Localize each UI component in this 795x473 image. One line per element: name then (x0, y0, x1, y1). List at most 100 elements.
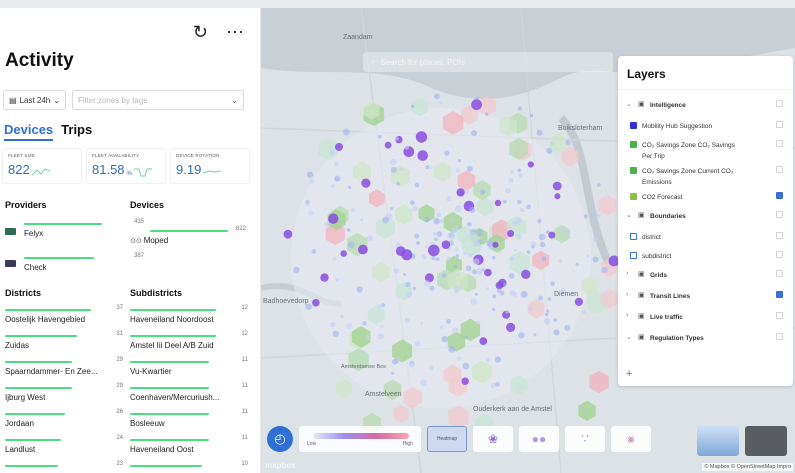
heat-point (393, 268, 400, 274)
chevron-down-icon[interactable]: ⌄ (626, 211, 632, 219)
heat-point (526, 250, 531, 255)
heat-point (439, 101, 443, 105)
tab-devices[interactable]: Devices (4, 122, 54, 141)
item-name: Spaarndammer- En Zee... (5, 367, 98, 376)
time-range-select[interactable]: ▤ Last 24h ⌄ (3, 90, 66, 110)
heat-point (434, 237, 438, 242)
layer-swatch (630, 167, 637, 174)
chevron-right-icon[interactable]: › (626, 270, 628, 277)
layer-visibility-checkbox[interactable] (776, 211, 783, 218)
heat-point (346, 323, 353, 330)
chevron-down-icon[interactable]: ⌄ (626, 333, 632, 341)
heat-point (541, 234, 547, 239)
heat-point (554, 193, 561, 200)
item-name: Ijburg West (5, 393, 46, 402)
metric-label: FLEET SIZE (8, 153, 36, 158)
heat-point (456, 272, 460, 277)
heat-point (494, 199, 502, 207)
add-layer-icon[interactable]: + (626, 368, 632, 380)
heat-point (492, 241, 499, 248)
points-icon: ∵ (581, 432, 589, 446)
cluster-style-button[interactable]: ❀ (473, 426, 513, 452)
heat-point (508, 177, 514, 183)
list-item[interactable]: 12 Haveneiland Noordoost (130, 305, 248, 324)
heat-point (429, 285, 435, 291)
chevron-right-icon[interactable]: › (626, 291, 628, 298)
zone-tag-filter[interactable]: Filter zones by tags ⌄ (71, 90, 244, 110)
list-item[interactable]: 26 Jordaan (5, 409, 123, 428)
heat-point (417, 150, 428, 161)
heat-point (451, 227, 458, 234)
layer-visibility-checkbox[interactable] (776, 291, 783, 298)
list-item[interactable]: 11 Haveneiland Oost (130, 435, 248, 454)
heat-point (323, 221, 330, 227)
heat-point (470, 298, 477, 305)
provider-row[interactable]: 387 Check (24, 253, 144, 272)
heat-point (530, 241, 537, 247)
heat-point (485, 287, 489, 291)
value-bar (5, 439, 61, 441)
list-item[interactable]: 10 (130, 461, 248, 471)
layer-visibility-checkbox[interactable] (776, 232, 783, 239)
heat-point (512, 292, 518, 297)
flow-style-button[interactable]: ⨳ (611, 426, 651, 452)
layer-visibility-checkbox[interactable] (776, 192, 783, 199)
item-value: 31 (116, 331, 123, 337)
time-playback-button[interactable]: ◴ (267, 426, 293, 452)
heat-point (526, 204, 531, 210)
calendar-icon: ▤ (9, 95, 17, 105)
layer-visibility-checkbox[interactable] (776, 140, 783, 147)
value-bar (5, 465, 58, 467)
heat-point (517, 106, 523, 111)
list-item[interactable]: 24 Landlust (5, 435, 123, 454)
item-value: 11 (241, 435, 248, 441)
list-item[interactable]: 23 (5, 461, 123, 471)
layer-visibility-checkbox[interactable] (776, 333, 783, 340)
heat-point (377, 303, 382, 308)
map-search[interactable]: ⌕ Search for places, POIs (363, 52, 613, 72)
list-item[interactable]: 11 Bosleeuw (130, 409, 248, 428)
chevron-down-icon[interactable]: ⌄ (626, 100, 632, 108)
device-row[interactable]: 822 ⊙⊙ Moped (130, 226, 246, 245)
list-item[interactable]: 29 Spaarndammer- En Zee... (5, 357, 123, 376)
heat-point (361, 350, 366, 355)
heat-point (432, 231, 437, 236)
layer-visibility-checkbox[interactable] (776, 121, 783, 128)
heat-point (491, 255, 496, 260)
tab-trips[interactable]: Trips (61, 122, 92, 141)
heat-point (507, 230, 515, 237)
filter-bar: ▤ Last 24h ⌄ Filter zones by tags ⌄ (3, 90, 244, 110)
heat-point (564, 324, 571, 331)
chevron-right-icon[interactable]: › (626, 312, 628, 319)
map-view[interactable]: ⌕ Search for places, POIs Zaandam Badhoe… (261, 8, 795, 473)
point-style-button[interactable]: ∵ (565, 426, 605, 452)
layer-visibility-checkbox[interactable] (776, 251, 783, 258)
list-item[interactable]: 31 Zuidas (5, 331, 123, 350)
heat-point (332, 330, 339, 337)
layer-visibility-checkbox[interactable] (776, 312, 783, 319)
heat-point (361, 178, 371, 188)
list-item[interactable]: 11 Coenhaven/Mercuriush... (130, 383, 248, 402)
sparkline-icon (133, 168, 152, 177)
value-bar (5, 387, 72, 389)
refresh-icon[interactable]: ↻ (193, 22, 208, 43)
heatmap-style-button[interactable]: Heatmap (427, 426, 467, 452)
list-item[interactable]: 29 Ijburg West (5, 383, 123, 402)
basemap-satellite-button[interactable] (745, 426, 787, 456)
layer-visibility-checkbox[interactable] (776, 166, 783, 173)
list-item[interactable]: 37 Oostelijk Havengebied (5, 305, 123, 324)
more-icon[interactable]: ⋯ (226, 22, 244, 43)
heat-point (464, 335, 468, 339)
layer-visibility-checkbox[interactable] (776, 100, 783, 107)
list-item[interactable]: 12 Amstel Iii Deel A/B Zuid (130, 331, 248, 350)
bubble-style-button[interactable]: ●● (519, 426, 559, 452)
basemap-light-button[interactable] (697, 426, 739, 456)
heat-point (516, 235, 522, 240)
layer-visibility-checkbox[interactable] (776, 270, 783, 277)
heat-point (586, 254, 590, 258)
provider-row[interactable]: 435 Felyx (24, 219, 144, 238)
heat-point (312, 299, 320, 307)
list-item[interactable]: 11 Vu-Kwartier (130, 357, 248, 376)
heat-point (447, 256, 452, 261)
heat-point (366, 235, 373, 242)
